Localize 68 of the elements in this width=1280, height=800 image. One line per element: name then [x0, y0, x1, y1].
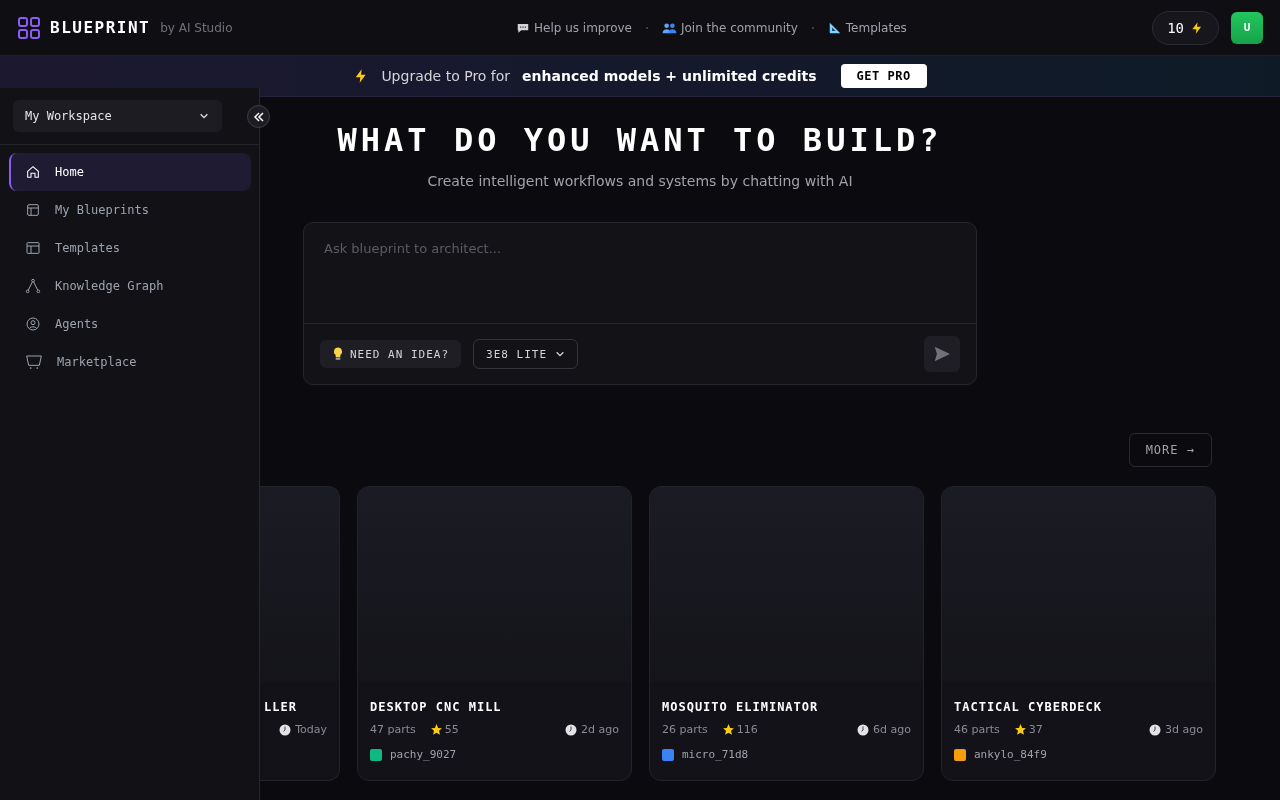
clock-icon — [857, 723, 870, 736]
card-title: TACTICAL CYBERDECK — [954, 700, 1104, 714]
clock-icon — [279, 723, 292, 736]
logo-icon — [18, 16, 40, 39]
get-pro-button[interactable]: GET PRO — [840, 64, 927, 88]
parts-count: 46 parts — [954, 723, 1000, 736]
prompt-box[interactable]: Ask blueprint to architect... NEED AN IDEA? 3E8 LITE — [303, 222, 977, 385]
send-icon — [933, 346, 951, 362]
star-count: 37 — [1028, 723, 1043, 736]
upgrade-highlight: enhanced models + unlimited credits — [522, 68, 817, 84]
sidebar-item[interactable]: My Blueprints — [9, 191, 251, 229]
collapse-button[interactable] — [247, 105, 270, 128]
app-logo: BLUEPRINT — [50, 18, 151, 37]
star-icon — [429, 723, 443, 736]
card-time: 6d ago — [873, 723, 911, 736]
star-icon — [721, 723, 735, 736]
home-icon — [25, 164, 41, 180]
lightning-icon — [1190, 20, 1204, 35]
chevron-down-icon — [199, 111, 209, 121]
author-name: pachy_9027 — [390, 748, 457, 761]
workspace-selector[interactable]: My Workspace — [13, 100, 222, 132]
author-name: micro_71d8 — [682, 748, 749, 761]
page-subtitle: Create intelligent workflows and systems by chatting with AI — [427, 173, 853, 189]
star-count: 116 — [736, 723, 758, 736]
people-icon — [662, 20, 677, 35]
parts-count: 26 parts — [662, 723, 708, 736]
project-card[interactable]: MOSQUITO ELIMINATOR 26 parts 116 6d ago micro_71d8 — [649, 486, 924, 781]
clock-icon — [565, 723, 578, 736]
card-time: 2d ago — [581, 723, 619, 736]
double-chevron-left-icon — [252, 110, 265, 123]
page-heading: WHAT DO YOU WANT TO BUILD? — [337, 121, 943, 159]
credits-badge[interactable]: 10 — [1152, 10, 1219, 45]
model-dropdown[interactable]: 3E8 LITE — [473, 339, 579, 369]
card-title: DESKTOP CNC MILL — [370, 700, 503, 714]
byline: by AI Studio — [160, 20, 233, 35]
sidebar-item[interactable]: Knowledge Graph — [9, 267, 251, 305]
layout-icon — [25, 240, 41, 256]
graph-icon — [25, 278, 41, 294]
more-button[interactable]: MORE → — [1128, 433, 1212, 467]
lightbulb-icon — [332, 347, 344, 361]
header-link[interactable]: Join the community — [662, 20, 798, 35]
sidebar-item[interactable]: Marketplace — [9, 343, 251, 381]
card-title: MOSQUITO ELIMINATOR — [662, 700, 820, 714]
layout-icon — [25, 202, 41, 218]
cart-icon — [25, 354, 43, 370]
project-card[interactable]: DESKTOP CNC MILL 47 parts 55 2d ago pachy_9027 — [357, 486, 632, 781]
star-count: 55 — [444, 723, 459, 736]
card-title: LLER — [264, 700, 298, 714]
card-time: Today — [295, 723, 327, 736]
parts-count: 47 parts — [370, 723, 416, 736]
project-card[interactable]: TACTICAL CYBERDECK 46 parts 37 3d ago ankylo_84f9 — [941, 486, 1216, 781]
ruler-icon — [827, 20, 842, 35]
idea-button[interactable]: NEED AN IDEA? — [320, 340, 462, 368]
prompt-field[interactable]: Ask blueprint to architect... — [304, 223, 976, 324]
user-icon — [25, 316, 41, 332]
star-icon — [1013, 723, 1027, 736]
sidebar-item[interactable]: Home — [9, 153, 251, 191]
chevron-down-icon — [555, 349, 566, 359]
send-button[interactable] — [924, 336, 960, 372]
upgrade-text: Upgrade to Pro for — [381, 68, 511, 84]
header-link[interactable]: Templates — [827, 20, 907, 35]
clock-icon — [1149, 723, 1162, 736]
card-time: 3d ago — [1165, 723, 1203, 736]
header-link[interactable]: Help us improve — [516, 20, 632, 35]
sidebar-item[interactable]: Templates — [9, 229, 251, 267]
sidebar-item[interactable]: Agents — [9, 305, 251, 343]
project-card[interactable]: LLER Today — [260, 486, 340, 781]
author-name: ankylo_84f9 — [974, 748, 1047, 761]
